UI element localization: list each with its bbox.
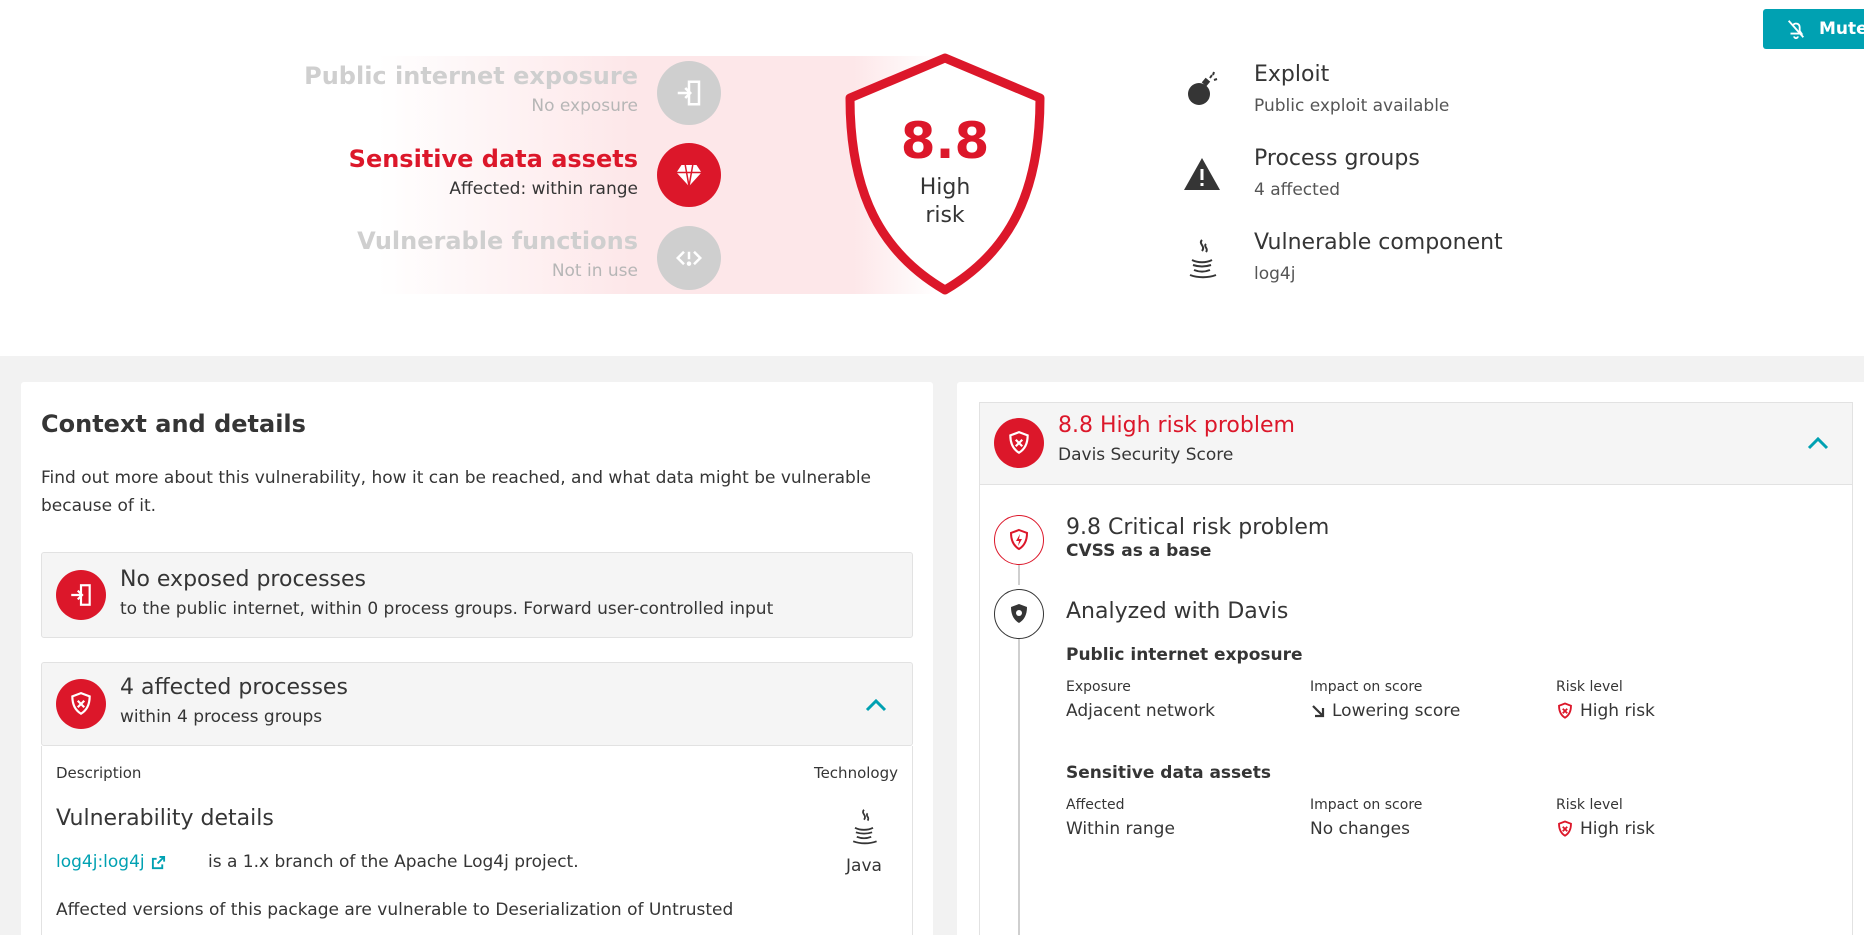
risk-level-label: Risk level — [1556, 797, 1623, 813]
timeline-connector — [1018, 639, 1020, 935]
affected-processes-card[interactable]: 4 affected processes within 4 process gr… — [41, 662, 913, 746]
fact-title: Exploit — [1254, 62, 1330, 87]
context-heading: Context and details — [41, 410, 306, 438]
exposure-value: Adjacent network — [1066, 701, 1215, 721]
risk-level-value-text: High risk — [1580, 701, 1655, 721]
impact-value: Lowering score — [1310, 701, 1460, 721]
davis-score-panel: 8.8 High risk problem Davis Security Sco… — [957, 382, 1864, 935]
arrow-down-right-icon — [1312, 705, 1325, 718]
external-link-icon — [151, 855, 165, 869]
factor-title: Sensitive data assets — [348, 145, 638, 173]
risk-level-value: High risk — [1556, 819, 1655, 839]
score-label-line1: High — [919, 175, 971, 200]
java-icon — [852, 809, 877, 845]
fact-vulnerable-component: Vulnerable component log4j — [1180, 230, 1580, 294]
fact-subtitle: log4j — [1254, 264, 1296, 284]
cvss-subtitle: CVSS as a base — [1066, 541, 1212, 561]
diamond-icon — [657, 143, 721, 207]
factor-sensitive-data: Sensitive data assets Affected: within r… — [349, 145, 638, 199]
factor-subtitle: No exposure — [531, 96, 638, 116]
bomb-icon — [1180, 68, 1224, 112]
fact-subtitle: Public exploit available — [1254, 96, 1450, 116]
shield-bolt-icon — [994, 515, 1044, 565]
davis-score-subtitle: Davis Security Score — [1058, 445, 1234, 465]
davis-score-title: 8.8 High risk problem — [1058, 413, 1295, 438]
risk-level-value: High risk — [1556, 701, 1655, 721]
exposure-label: Exposure — [1066, 679, 1131, 695]
fact-exploit: Exploit Public exploit available — [1180, 62, 1580, 126]
davis-shield-icon — [994, 589, 1044, 639]
shield-x-icon — [56, 679, 106, 729]
risk-level-value-text: High risk — [1580, 819, 1655, 839]
score-value: 8.8 — [900, 112, 990, 170]
factor-vulnerable-functions: Vulnerable functions Not in use — [357, 227, 638, 281]
context-intro: Find out more about this vulnerability, … — [41, 468, 872, 516]
factor-subtitle: Affected: within range — [449, 179, 638, 199]
impact-value: No changes — [1310, 819, 1410, 839]
impact-value-text: No changes — [1310, 819, 1410, 839]
score-label-line2: risk — [925, 203, 965, 228]
mute-label: Mute — [1819, 19, 1864, 39]
component-link-label: log4j:log4j — [56, 852, 145, 872]
card-title: 4 affected processes — [120, 675, 348, 700]
vulnerability-details-heading: Vulnerability details — [56, 806, 274, 831]
affected-value-text: Within range — [1066, 819, 1175, 839]
details-area: Context and details Find out more about … — [0, 356, 1864, 935]
section-heading: Public internet exposure — [1066, 645, 1303, 665]
factor-public-exposure: Public internet exposure No exposure — [304, 62, 638, 116]
shield-x-icon — [994, 418, 1044, 468]
fact-title: Process groups — [1254, 146, 1420, 171]
section-heading: Sensitive data assets — [1066, 763, 1271, 783]
analyzed-title: Analyzed with Davis — [1066, 599, 1289, 624]
factor-subtitle: Not in use — [551, 261, 638, 281]
bell-off-icon — [1787, 20, 1805, 40]
impact-label: Impact on score — [1310, 679, 1423, 695]
component-description: is a 1.x branch of the Apache Log4j proj… — [208, 852, 579, 872]
davis-score-breakdown: 9.8 Critical risk problem CVSS as a base… — [979, 484, 1853, 935]
column-header-technology: Technology — [813, 764, 898, 782]
timeline-connector — [1018, 565, 1020, 585]
factor-title: Vulnerable functions — [357, 227, 638, 255]
score-shield: 8.8 High risk — [840, 52, 1050, 296]
technology-label: Java — [846, 856, 882, 876]
affected-value: Within range — [1066, 819, 1175, 839]
column-header-description: Description — [56, 764, 142, 782]
risk-level-label: Risk level — [1556, 679, 1623, 695]
exposure-value-text: Adjacent network — [1066, 701, 1215, 721]
impact-label: Impact on score — [1310, 797, 1423, 813]
shield-x-icon — [1558, 820, 1572, 837]
technology-cell: Java — [834, 804, 894, 876]
score-label: High risk — [840, 174, 1050, 230]
fact-title: Vulnerable component — [1254, 230, 1503, 255]
fact-subtitle: 4 affected — [1254, 180, 1341, 200]
card-subtitle: within 4 process groups — [120, 707, 323, 727]
exposure-icon — [56, 570, 106, 620]
component-link[interactable]: log4j:log4j — [56, 852, 166, 872]
davis-score-header[interactable]: 8.8 High risk problem Davis Security Sco… — [979, 402, 1853, 484]
card-subtitle: to the public internet, within 0 process… — [120, 599, 774, 619]
vulnerability-description: Affected versions of this package are vu… — [56, 900, 734, 920]
exposed-processes-card: No exposed processes to the public inter… — [41, 552, 913, 638]
factor-title: Public internet exposure — [304, 62, 638, 90]
impact-value-text: Lowering score — [1332, 701, 1461, 721]
exposure-icon — [657, 61, 721, 125]
warning-icon — [1180, 152, 1224, 196]
java-icon — [1180, 236, 1224, 280]
shield-x-icon — [1558, 702, 1572, 719]
cvss-title: 9.8 Critical risk problem — [1066, 515, 1330, 540]
card-title: No exposed processes — [120, 567, 366, 592]
chevron-up-icon[interactable] — [1804, 429, 1832, 457]
risk-summary: Mute Public internet exposure No exposur… — [0, 0, 1864, 356]
mute-button[interactable]: Mute — [1763, 9, 1864, 49]
fact-process-groups: Process groups 4 affected — [1180, 146, 1580, 210]
affected-processes-table: Description Technology Vulnerability det… — [41, 746, 913, 935]
chevron-up-icon[interactable] — [862, 691, 890, 719]
context-panel: Context and details Find out more about … — [21, 382, 933, 935]
affected-label: Affected — [1066, 797, 1125, 813]
code-icon — [657, 226, 721, 290]
